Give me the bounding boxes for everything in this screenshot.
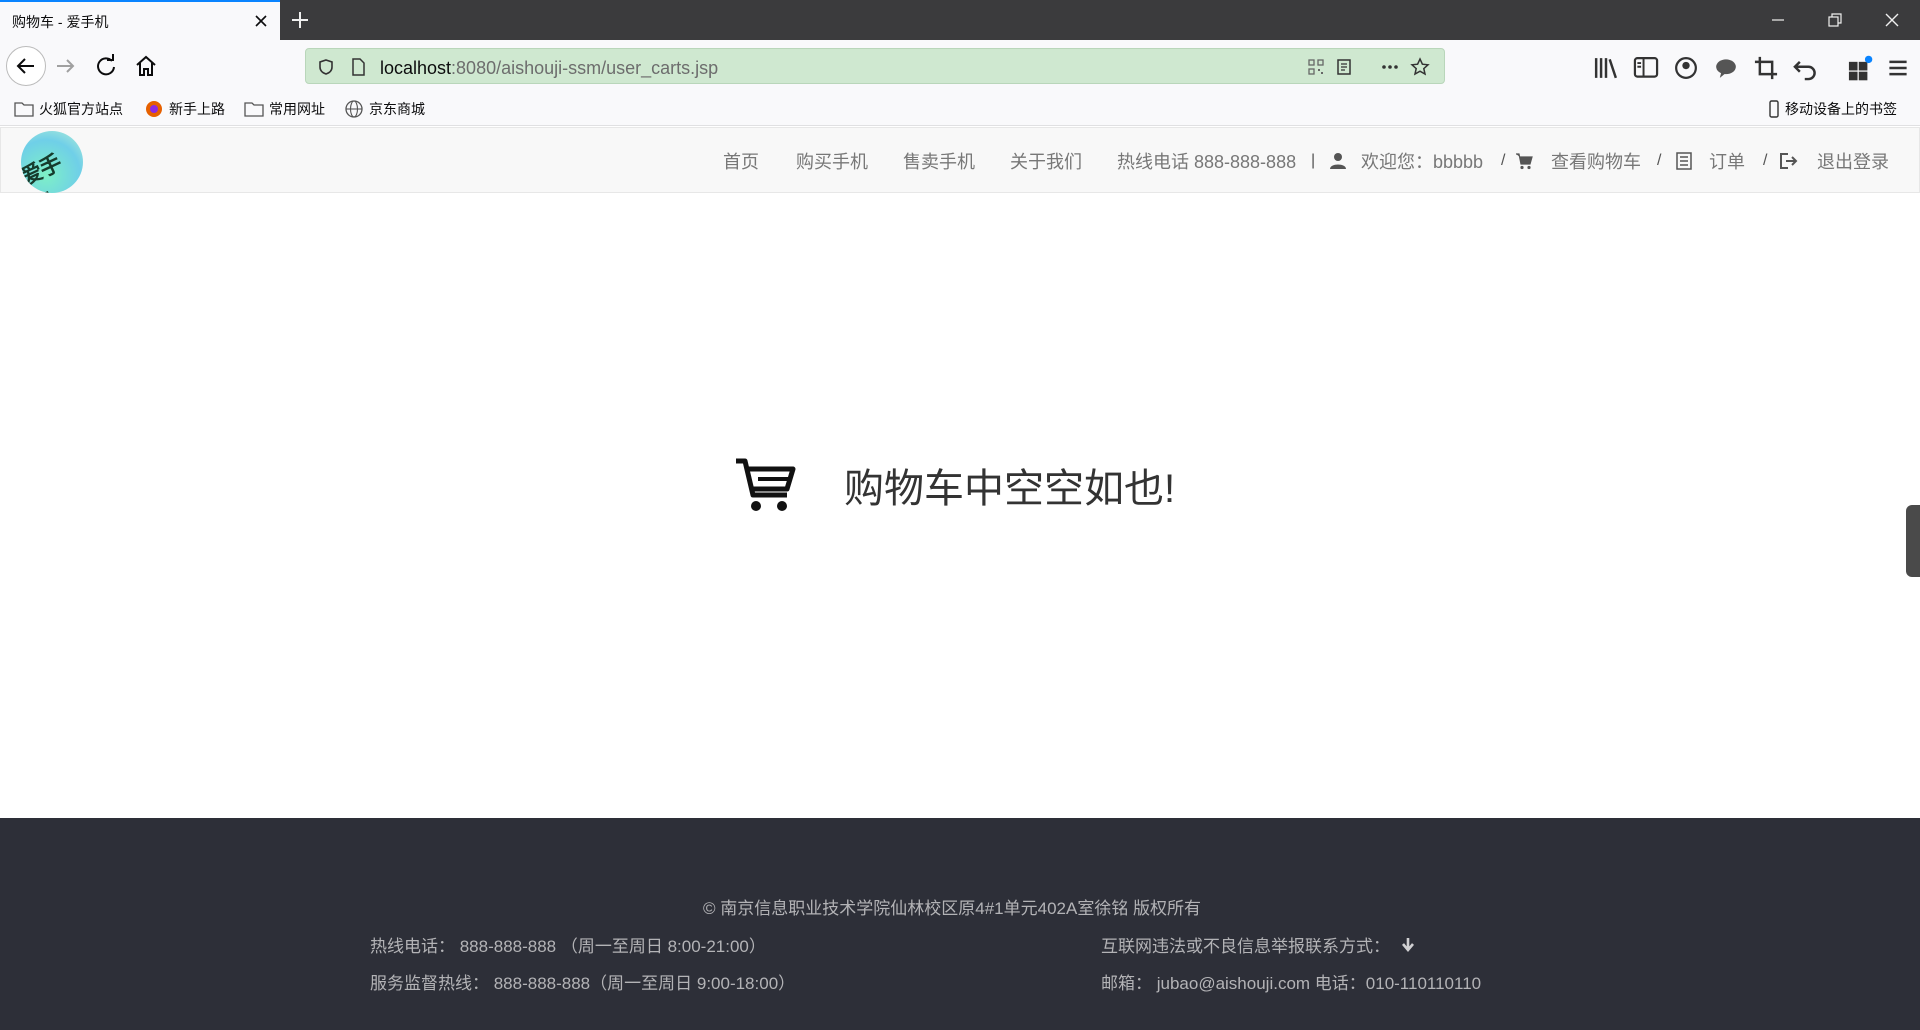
forward-button[interactable] <box>50 50 82 82</box>
separator-slash: / <box>1657 152 1662 169</box>
separator-slash: / <box>1501 152 1506 169</box>
site-footer: © 南京信息职业技术学院仙林校区原4#1单元402A室徐铭 版权所有 热线电话：… <box>0 818 1920 1030</box>
shield-icon[interactable] <box>316 57 336 77</box>
browser-tab-active[interactable]: 购物车 - 爱手机 <box>0 0 280 40</box>
back-button[interactable] <box>6 46 46 86</box>
browser-toolbar: localhost:8080/aishouji-ssm/user_carts.j… <box>0 40 1920 92</box>
separator-pipe: | <box>1311 152 1316 169</box>
home-icon[interactable] <box>130 50 162 82</box>
bookmark-label: 火狐官方站点 <box>39 101 123 117</box>
welcome-label: 欢迎您：bbbbb <box>1361 152 1484 172</box>
site-navbar: 爱手机 首页 购买手机 售卖手机 关于我们 热线电话 888-888-888 |… <box>0 127 1920 193</box>
minimize-icon[interactable] <box>1768 10 1788 30</box>
side-scroll-handle[interactable] <box>1906 505 1920 577</box>
close-tab-icon[interactable] <box>252 12 270 30</box>
bookmark-label: 常用网址 <box>269 101 325 117</box>
footer-email: 邮箱： jubao@aishouji.com 电话：010-110110110 <box>1101 974 1482 993</box>
nav-hotline-label: 热线电话 888-888-888 <box>1117 152 1297 172</box>
footer-report: 互联网违法或不良信息举报联系方式： <box>1101 932 1415 957</box>
empty-cart-message: 购物车中空空如也! <box>734 455 1175 515</box>
nav-orders[interactable]: 订单 <box>1675 128 1745 194</box>
url-text[interactable]: localhost:8080/aishouji-ssm/user_carts.j… <box>380 58 718 79</box>
menu-icon[interactable] <box>1882 52 1914 84</box>
screenshot-icon[interactable] <box>1750 52 1782 84</box>
url-path: :8080/aishouji-ssm/user_carts.jsp <box>451 58 719 78</box>
cart-label: 查看购物车 <box>1551 152 1641 172</box>
footer-hotline: 热线电话： 888-888-888 （周一至周日 8:00-21:00） <box>370 937 766 956</box>
nav-logout[interactable]: 退出登录 <box>1779 128 1889 194</box>
nav-buy-label: 购买手机 <box>796 152 868 172</box>
user-icon <box>1330 153 1346 169</box>
nav-buy-phones[interactable]: 购买手机 <box>796 128 868 194</box>
folder-icon <box>14 102 34 117</box>
list-icon <box>1676 152 1692 170</box>
globe-icon <box>345 100 363 118</box>
folder-icon <box>244 102 264 117</box>
site-logo[interactable]: 爱手机 <box>21 131 83 193</box>
logout-label: 退出登录 <box>1817 152 1889 172</box>
footer-copyright: © 南京信息职业技术学院仙林校区原4#1单元402A室徐铭 版权所有 <box>703 899 1202 918</box>
nav-view-cart[interactable]: 查看购物车 <box>1515 128 1641 194</box>
library-icon[interactable] <box>1590 52 1622 84</box>
mobile-bookmarks-label: 移动设备上的书签 <box>1785 101 1897 117</box>
new-tab-icon[interactable] <box>288 8 312 32</box>
mobile-device-icon <box>1769 100 1779 118</box>
restore-icon[interactable] <box>1825 10 1845 30</box>
nav-separator: / <box>1763 128 1767 194</box>
qr-code-icon[interactable] <box>1306 57 1326 77</box>
bookmark-item[interactable]: 新手上路 <box>144 98 225 120</box>
separator-slash: / <box>1763 152 1768 169</box>
firefox-icon <box>146 101 162 117</box>
nav-sell-phones[interactable]: 售卖手机 <box>903 128 975 194</box>
bookmark-label: 新手上路 <box>169 101 225 117</box>
logo-text: 爱手机 <box>21 150 65 193</box>
chat-icon[interactable] <box>1710 52 1742 84</box>
nav-separator: / <box>1501 128 1505 194</box>
shopping-cart-icon <box>736 458 796 511</box>
bookmark-item[interactable]: 火狐官方站点 <box>14 98 123 120</box>
bookmark-item[interactable]: 常用网址 <box>244 98 325 120</box>
extensions-icon[interactable] <box>1844 52 1876 84</box>
nav-hotline: 热线电话 888-888-888 <box>1117 128 1296 194</box>
nav-about-us[interactable]: 关于我们 <box>1010 128 1082 194</box>
url-host: localhost <box>380 58 452 78</box>
logout-icon <box>1780 153 1798 169</box>
nav-welcome[interactable]: 欢迎您：bbbbb <box>1329 128 1483 194</box>
undo-icon[interactable] <box>1790 52 1822 84</box>
bookmarks-bar: 火狐官方站点 新手上路 常用网址 京东商城 移动设备上的书签 <box>0 92 1920 126</box>
bookmark-star-icon[interactable] <box>1410 57 1430 77</box>
nav-separator: / <box>1657 128 1661 194</box>
footer-report-label: 互联网违法或不良信息举报联系方式： <box>1101 937 1390 956</box>
mobile-bookmarks[interactable]: 移动设备上的书签 <box>1768 98 1897 120</box>
empty-cart-text: 购物车中空空如也! <box>844 467 1176 511</box>
arrow-down-icon <box>1401 938 1414 953</box>
more-actions-icon[interactable] <box>1380 57 1400 77</box>
nav-home[interactable]: 首页 <box>723 128 759 194</box>
nav-home-label: 首页 <box>723 152 759 172</box>
page-icon[interactable] <box>348 57 368 77</box>
nav-sell-label: 售卖手机 <box>903 152 975 172</box>
reload-icon[interactable] <box>90 50 122 82</box>
url-bar[interactable]: localhost:8080/aishouji-ssm/user_carts.j… <box>305 48 1445 84</box>
footer-supervision: 服务监督热线： 888-888-888（周一至周日 9:00-18:00） <box>370 974 796 993</box>
nav-about-label: 关于我们 <box>1010 152 1082 172</box>
arrow-left-icon <box>16 58 34 74</box>
browser-titlebar: 购物车 - 爱手机 <box>0 0 1920 40</box>
bookmark-item[interactable]: 京东商城 <box>344 98 425 120</box>
tab-title: 购物车 - 爱手机 <box>12 14 109 30</box>
orders-label: 订单 <box>1709 152 1745 172</box>
sidebar-icon[interactable] <box>1630 52 1662 84</box>
cart-icon <box>1516 153 1533 170</box>
close-window-icon[interactable] <box>1882 10 1902 30</box>
reader-view-icon[interactable] <box>1334 57 1354 77</box>
bookmark-label: 京东商城 <box>369 101 425 117</box>
account-icon[interactable] <box>1670 52 1702 84</box>
nav-separator: | <box>1311 128 1315 194</box>
